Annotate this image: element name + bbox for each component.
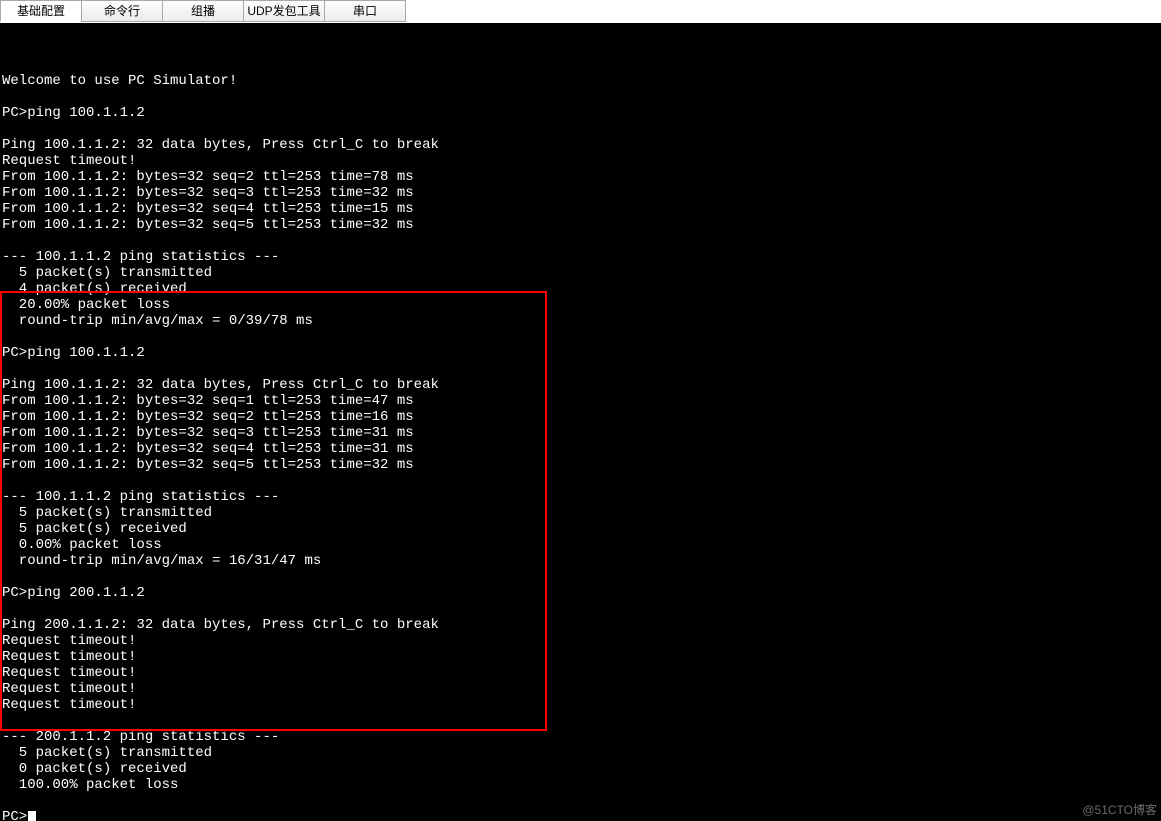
terminal-line: Ping 200.1.1.2: 32 data bytes, Press Ctr…: [2, 617, 1161, 633]
terminal-line: From 100.1.1.2: bytes=32 seq=2 ttl=253 t…: [2, 409, 1161, 425]
terminal-line: [2, 121, 1161, 137]
terminal-line: From 100.1.1.2: bytes=32 seq=2 ttl=253 t…: [2, 169, 1161, 185]
terminal-line: From 100.1.1.2: bytes=32 seq=4 ttl=253 t…: [2, 201, 1161, 217]
terminal-line: From 100.1.1.2: bytes=32 seq=5 ttl=253 t…: [2, 217, 1161, 233]
terminal-line: From 100.1.1.2: bytes=32 seq=5 ttl=253 t…: [2, 457, 1161, 473]
terminal-line: [2, 713, 1161, 729]
terminal-line: PC>ping 100.1.1.2: [2, 345, 1161, 361]
terminal[interactable]: @51CTO博客 Welcome to use PC Simulator! PC>…: [0, 23, 1161, 821]
terminal-line: From 100.1.1.2: bytes=32 seq=3 ttl=253 t…: [2, 185, 1161, 201]
tab-multicast[interactable]: 组播: [162, 0, 244, 22]
terminal-line: 100.00% packet loss: [2, 777, 1161, 793]
tab-serial[interactable]: 串口: [324, 0, 406, 22]
terminal-line: 5 packet(s) received: [2, 521, 1161, 537]
terminal-line: 20.00% packet loss: [2, 297, 1161, 313]
terminal-line: --- 100.1.1.2 ping statistics ---: [2, 489, 1161, 505]
terminal-line: 4 packet(s) received: [2, 281, 1161, 297]
terminal-line: From 100.1.1.2: bytes=32 seq=4 ttl=253 t…: [2, 441, 1161, 457]
tab-basic-config[interactable]: 基础配置: [0, 0, 82, 22]
tab-bar: 基础配置 命令行 组播 UDP发包工具 串口: [0, 0, 1161, 23]
terminal-line: From 100.1.1.2: bytes=32 seq=3 ttl=253 t…: [2, 425, 1161, 441]
terminal-line: 0.00% packet loss: [2, 537, 1161, 553]
terminal-line: Request timeout!: [2, 633, 1161, 649]
terminal-line: Welcome to use PC Simulator!: [2, 73, 1161, 89]
terminal-line: 5 packet(s) transmitted: [2, 745, 1161, 761]
terminal-line: 5 packet(s) transmitted: [2, 265, 1161, 281]
terminal-line: [2, 329, 1161, 345]
terminal-line: [2, 233, 1161, 249]
terminal-line: [2, 793, 1161, 809]
terminal-line: [2, 473, 1161, 489]
terminal-line: [2, 89, 1161, 105]
terminal-line: Request timeout!: [2, 649, 1161, 665]
terminal-line: Request timeout!: [2, 153, 1161, 169]
terminal-line: Request timeout!: [2, 697, 1161, 713]
terminal-line: [2, 361, 1161, 377]
terminal-line: Ping 100.1.1.2: 32 data bytes, Press Ctr…: [2, 377, 1161, 393]
terminal-line: round-trip min/avg/max = 16/31/47 ms: [2, 553, 1161, 569]
cursor: [28, 811, 36, 821]
terminal-line: PC>: [2, 809, 1161, 821]
tab-udp-packet-tool[interactable]: UDP发包工具: [243, 0, 325, 22]
terminal-line: [2, 601, 1161, 617]
tab-command-line[interactable]: 命令行: [81, 0, 163, 22]
terminal-line: round-trip min/avg/max = 0/39/78 ms: [2, 313, 1161, 329]
terminal-line: Request timeout!: [2, 681, 1161, 697]
terminal-line: PC>ping 200.1.1.2: [2, 585, 1161, 601]
watermark: @51CTO博客: [1082, 802, 1157, 818]
terminal-line: [2, 569, 1161, 585]
terminal-line: PC>ping 100.1.1.2: [2, 105, 1161, 121]
terminal-line: --- 100.1.1.2 ping statistics ---: [2, 249, 1161, 265]
terminal-line: 0 packet(s) received: [2, 761, 1161, 777]
terminal-line: From 100.1.1.2: bytes=32 seq=1 ttl=253 t…: [2, 393, 1161, 409]
terminal-line: --- 200.1.1.2 ping statistics ---: [2, 729, 1161, 745]
terminal-line: 5 packet(s) transmitted: [2, 505, 1161, 521]
terminal-line: Request timeout!: [2, 665, 1161, 681]
terminal-line: Ping 100.1.1.2: 32 data bytes, Press Ctr…: [2, 137, 1161, 153]
